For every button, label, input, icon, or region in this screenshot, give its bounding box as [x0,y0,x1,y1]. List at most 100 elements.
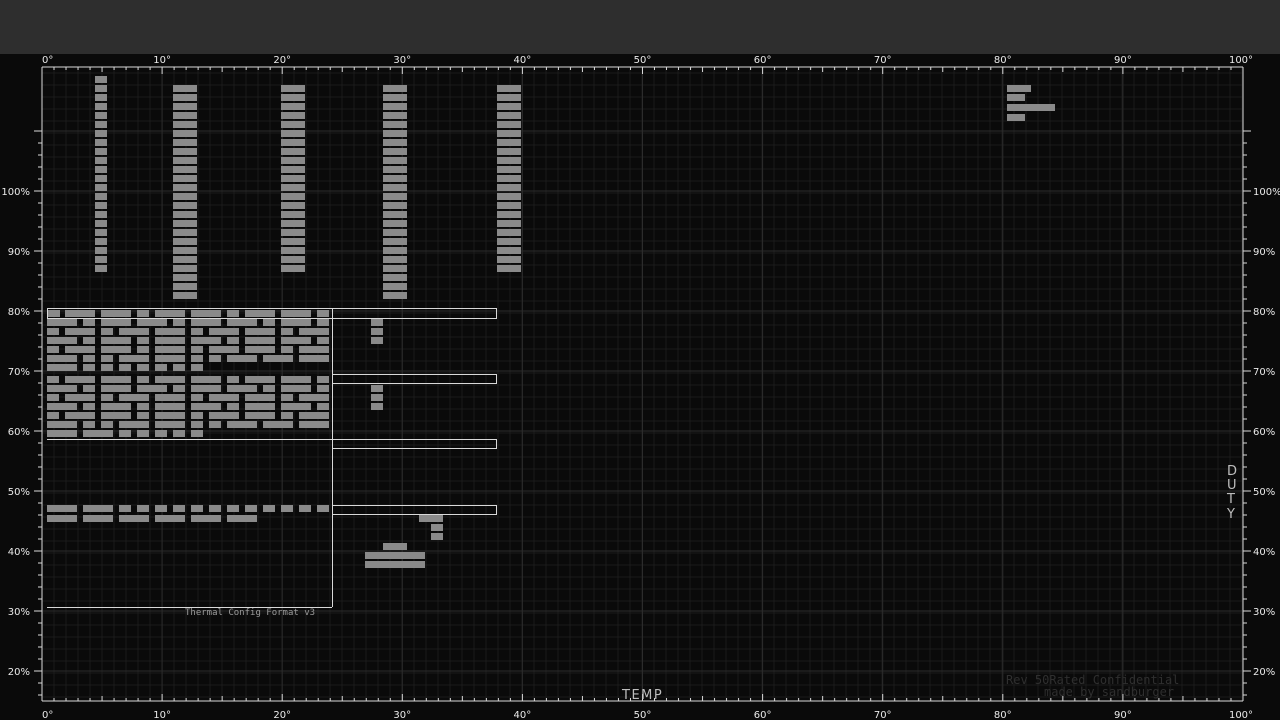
data-block [173,364,185,371]
data-block [263,505,275,512]
data-block [383,274,407,281]
data-block [119,364,131,371]
data-block [209,412,239,419]
x-tick-label-top: 60° [754,55,772,66]
data-block [263,355,293,362]
data-block [155,355,185,362]
data-block [83,385,95,392]
data-block [95,85,107,92]
data-block [281,166,305,173]
data-block [497,193,521,200]
data-block [155,328,185,335]
data-block [101,355,113,362]
x-tick-label-top: 80° [994,55,1012,66]
data-block [383,220,407,227]
data-block [95,175,107,182]
data-block [383,121,407,128]
y-tick-label-left: 40% [8,547,30,558]
data-block [47,505,77,512]
data-block [191,421,203,428]
data-block [245,394,275,401]
data-block [173,94,197,101]
data-block [173,274,197,281]
data-block [497,103,521,110]
x-tick-label-bottom: 90° [1114,710,1132,720]
data-block [227,376,239,383]
data-block [299,394,329,401]
data-block [95,166,107,173]
x-tick-label-top: 20° [273,55,291,66]
data-block [83,515,113,522]
data-block [317,403,329,410]
data-block [383,103,407,110]
data-block [497,112,521,119]
data-block [245,376,275,383]
data-block [497,247,521,254]
data-block [245,337,275,344]
data-block [95,211,107,218]
data-block [281,112,305,119]
x-tick-label-top: 40° [514,55,532,66]
data-block [1007,104,1055,111]
data-block [137,364,149,371]
data-block [227,515,257,522]
data-block [173,220,197,227]
data-block [383,130,407,137]
data-block [95,247,107,254]
x-axis-title: TEMP [621,688,663,703]
window-top-bar [0,0,1280,54]
data-block [209,505,221,512]
data-block [173,283,197,290]
data-block [383,247,407,254]
data-block [155,376,185,383]
y-axis-title-t: T [1226,492,1235,507]
data-block [119,328,149,335]
data-block [119,355,149,362]
data-block [173,247,197,254]
data-block [383,202,407,209]
data-block [47,310,60,317]
data-block [155,310,185,317]
data-block [299,328,329,335]
data-block [119,421,149,428]
data-block [173,292,197,299]
data-block [497,211,521,218]
data-block [419,515,443,522]
data-block [227,319,257,326]
data-block [497,184,521,191]
data-block [227,505,239,512]
data-block [47,403,77,410]
data-block [317,505,329,512]
data-block [209,346,239,353]
data-block [281,175,305,182]
data-block [281,385,311,392]
x-tick-label-top: 30° [393,55,411,66]
data-block [281,103,305,110]
x-tick-label-top: 50° [634,55,652,66]
data-block [173,175,197,182]
y-tick-label-right: 60% [1253,427,1275,438]
data-block [317,376,329,383]
data-block [281,202,305,209]
data-block [227,403,239,410]
data-block [65,376,95,383]
data-block [65,310,95,317]
data-block [47,346,59,353]
x-tick-label-bottom: 10° [153,710,171,720]
data-block [173,505,185,512]
data-block [281,376,311,383]
data-block [173,139,197,146]
data-block [281,220,305,227]
data-block [245,505,257,512]
data-block [245,412,275,419]
data-block [497,148,521,155]
data-block [371,337,383,344]
data-block [173,385,185,392]
data-block [173,256,197,263]
data-block [95,193,107,200]
data-block [155,337,185,344]
data-block [281,184,305,191]
data-block [47,385,77,392]
data-block [101,412,131,419]
data-block [365,552,425,559]
